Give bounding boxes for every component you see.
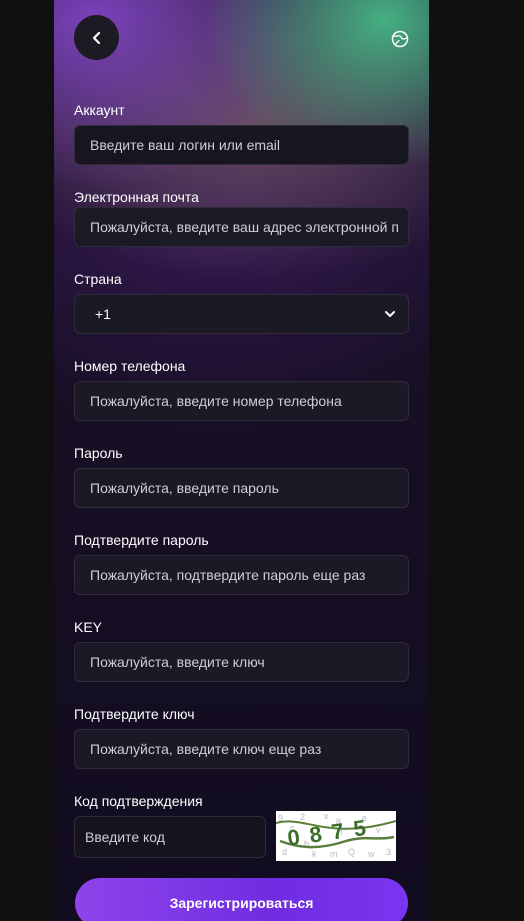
email-label: Электронная почта	[74, 189, 199, 205]
register-button[interactable]: Зарегистрироваться	[75, 878, 408, 921]
country-label: Страна	[74, 271, 122, 287]
phone-input[interactable]: Пожалуйста, введите номер телефона	[74, 381, 409, 421]
svg-text:Q: Q	[348, 847, 355, 857]
confirm-key-label: Подтвердите ключ	[74, 706, 195, 722]
svg-text:w: w	[367, 849, 375, 859]
svg-text:k: k	[312, 849, 317, 859]
country-select-value: +1	[95, 306, 111, 322]
registration-screen: Аккаунт Введите ваш логин или email Элек…	[54, 0, 429, 921]
back-button[interactable]	[74, 15, 119, 60]
svg-text:m: m	[330, 849, 338, 859]
key-label: KEY	[74, 619, 103, 635]
svg-text:d: d	[282, 847, 287, 857]
captcha-image[interactable]: 9c2 kx8 Qev 3d m fwb 0875	[276, 811, 396, 861]
password-input[interactable]: Пожалуйста, введите пароль	[74, 468, 409, 508]
account-input[interactable]: Введите ваш логин или email	[74, 125, 409, 165]
country-select[interactable]: +1	[74, 294, 409, 334]
chevron-left-icon	[92, 31, 100, 44]
key-input[interactable]: Пожалуйста, введите ключ	[74, 642, 409, 682]
email-input[interactable]: Пожалуйста, введите ваш адрес электронно…	[74, 207, 409, 247]
confirm-key-input[interactable]: Пожалуйста, введите ключ еще раз	[74, 729, 409, 769]
confirm-password-input[interactable]: Пожалуйста, подтвердите пароль еще раз	[74, 555, 409, 595]
globe-icon[interactable]	[391, 30, 409, 48]
account-label: Аккаунт	[74, 102, 125, 118]
verification-code-input[interactable]: Введите код	[74, 816, 266, 858]
register-button-label: Зарегистрироваться	[169, 895, 314, 911]
confirm-password-label: Подтвердите пароль	[74, 532, 209, 548]
chevron-down-icon	[385, 311, 395, 317]
password-label: Пароль	[74, 445, 123, 461]
phone-label: Номер телефона	[74, 358, 186, 374]
svg-text:2: 2	[300, 812, 305, 822]
verification-code-label: Код подтверждения	[74, 793, 203, 809]
svg-text:3: 3	[386, 847, 391, 857]
